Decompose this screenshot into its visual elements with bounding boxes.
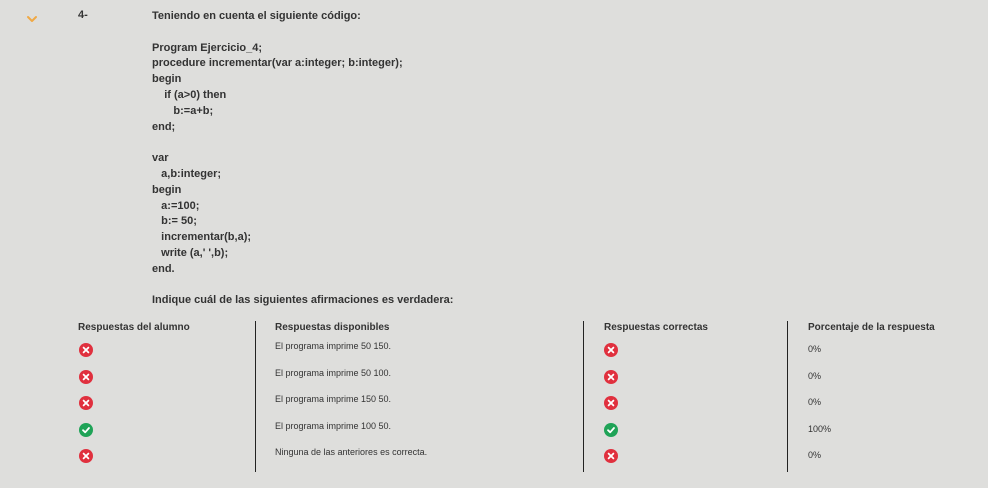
code-line: a:=100; <box>152 199 200 212</box>
code-line: b:= 50; <box>152 215 197 228</box>
code-line: if (a>0) then <box>152 88 227 101</box>
question-prompt: Indique cuál de las siguientes afirmacio… <box>152 294 454 307</box>
chevron-down-icon[interactable] <box>26 11 38 22</box>
code-line: begin <box>152 73 182 86</box>
answer-percentage: 0% <box>808 371 822 381</box>
available-answers-column: Respuestas disponibles El programa impri… <box>255 321 583 472</box>
question-number: 4- <box>78 9 88 21</box>
answer-option: El programa imprime 50 150. <box>275 341 392 351</box>
check-circle-icon <box>79 423 93 437</box>
code-line: begin <box>152 183 182 196</box>
x-circle-icon <box>604 396 618 410</box>
check-circle-icon <box>604 423 618 437</box>
student-answers-column: Respuestas del alumno <box>78 321 254 472</box>
code-block: Program Ejercicio_4; procedure incrementa… <box>152 41 453 136</box>
column-header-student: Respuestas del alumno <box>78 322 190 333</box>
answer-percentage: 100% <box>808 424 832 434</box>
code-line: end; <box>152 120 176 133</box>
answer-option: El programa imprime 100 50. <box>275 421 392 431</box>
column-header-correct: Respuestas correctas <box>604 322 708 333</box>
code-block: var a,b:integer; begin a:=100; b:= 50; in… <box>152 151 453 277</box>
x-circle-icon <box>79 449 93 463</box>
question-intro: Teniendo en cuenta el siguiente código: <box>152 10 361 22</box>
x-circle-icon <box>79 396 93 410</box>
column-header-percentage: Porcentaje de la respuesta <box>808 322 935 333</box>
answer-option: Ninguna de las anteriores es correcta. <box>275 447 428 457</box>
correct-answers-column: Respuestas correctas <box>583 321 787 472</box>
code-line: write (a,' ',b); <box>152 246 229 259</box>
code-line: Program Ejercicio_4; <box>152 41 263 54</box>
answer-percentage: 0% <box>808 397 822 407</box>
answer-option: El programa imprime 150 50. <box>275 394 392 404</box>
code-line: var <box>152 152 169 165</box>
question-body: Teniendo en cuenta el siguiente código: … <box>152 9 453 309</box>
percentage-column: Porcentaje de la respuesta 0% 0% 0% 100% 0% <box>787 321 978 472</box>
column-header-available: Respuestas disponibles <box>275 322 390 333</box>
x-circle-icon <box>79 343 93 357</box>
x-circle-icon <box>604 370 618 384</box>
code-line: incrementar(b,a); <box>152 231 252 244</box>
code-line: procedure incrementar(var a:integer; b:i… <box>152 57 403 70</box>
code-line: b:=a+b; <box>152 104 214 117</box>
code-line: a,b:integer; <box>152 167 222 180</box>
answer-option: El programa imprime 50 100. <box>275 368 392 378</box>
x-circle-icon <box>604 343 618 357</box>
code-line: end. <box>152 262 175 275</box>
x-circle-icon <box>79 370 93 384</box>
answer-percentage: 0% <box>808 344 822 354</box>
x-circle-icon <box>604 449 618 463</box>
answer-percentage: 0% <box>808 450 822 460</box>
